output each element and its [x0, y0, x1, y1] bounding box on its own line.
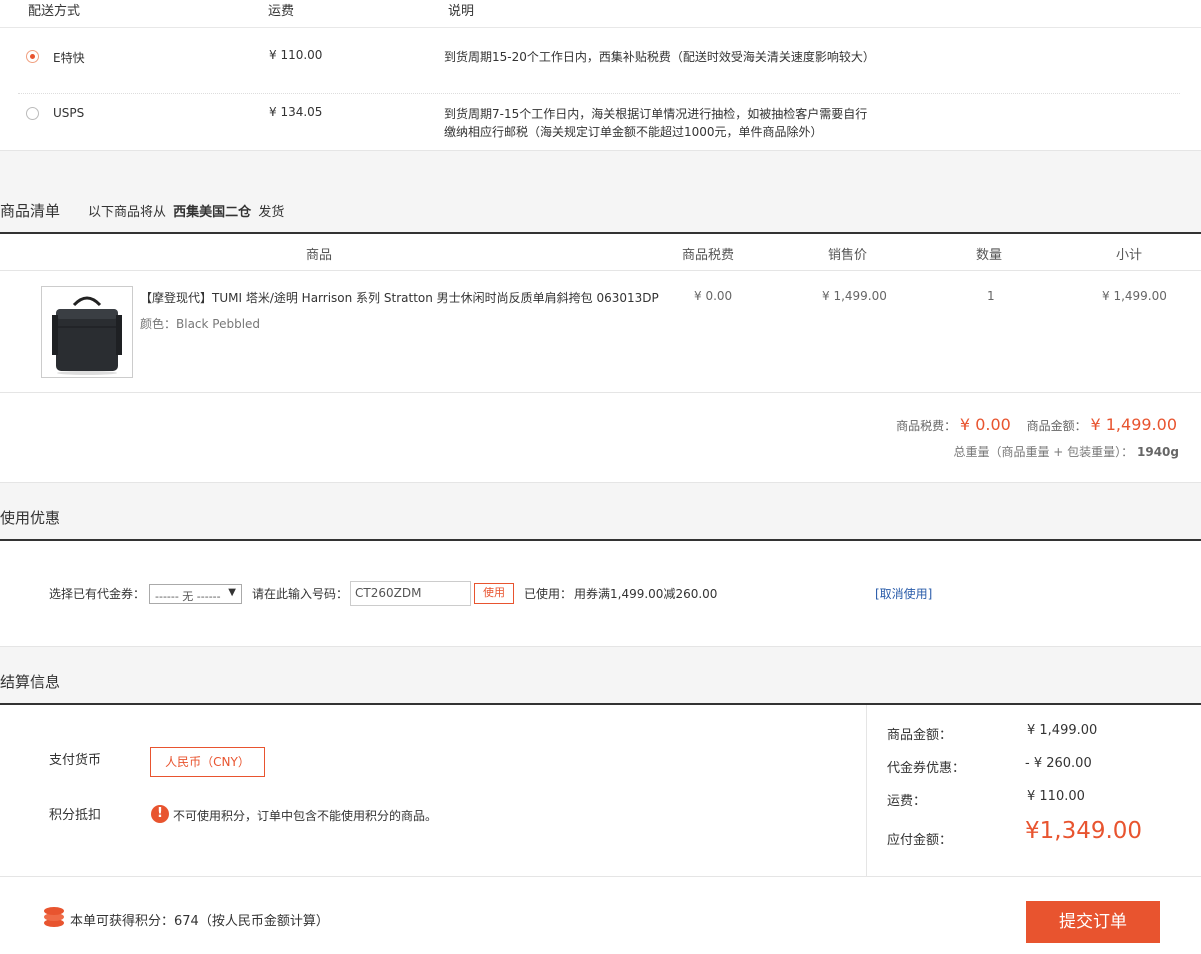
amount-label: 商品金额：: [1026, 419, 1087, 433]
shipping-name: E特快: [53, 51, 85, 65]
product-qty: 1: [987, 289, 995, 303]
bag-icon: [52, 296, 122, 375]
order-footer: 本单可获得积分：674（按人民币金额计算） 提交订单: [0, 878, 1201, 954]
goods-table-header: 商品 商品税费 销售价 数量 小计: [0, 234, 1201, 271]
coupon-select-label: 选择已有代金券：: [49, 587, 146, 601]
shipping-fee: ¥ 134.05: [269, 105, 323, 119]
settlement-summary: 商品金额： ¥ 1,499.00 代金券优惠： - ¥ 260.00 运费： ¥…: [866, 705, 1201, 877]
settlement-left: 支付货币 人民币（CNY） 积分抵扣 ! 不可使用积分，订单中包含不能使用积分的…: [0, 705, 866, 877]
ship-from-info: 以下商品将从 西集美国二仓 发货: [88, 201, 284, 220]
product-name[interactable]: 【摩登现代】TUMI 塔米/途明 Harrison 系列 Stratton 男士…: [140, 289, 659, 306]
chevron-down-icon: ▼: [228, 587, 236, 598]
coupon-input-label: 请在此输入号码：: [252, 587, 349, 601]
goods-summary-amounts: 商品税费： ¥ 0.00 商品金额： ¥ 1,499.00: [896, 415, 1177, 434]
col-tax: 商品税费: [682, 248, 735, 263]
currency-label: 支付货币: [49, 753, 102, 768]
coupon-body: 选择已有代金券： ------ 无 ------ ▼ 请在此输入号码： CT26…: [0, 541, 1201, 646]
col-shipping-fee: 运费: [268, 4, 295, 19]
col-shipping-desc: 说明: [448, 4, 475, 19]
product-price: ¥ 1,499.00: [822, 289, 887, 303]
settlement-section-header: 结算信息: [0, 646, 1201, 703]
shipping-desc: 到货周期15-20个工作日内，西集补贴税费（配送时效受海关清关速度影响较大）: [444, 50, 875, 64]
summary-shipping-value: ¥ 110.00: [1027, 789, 1085, 804]
ship-from-suffix: 发货: [258, 205, 285, 220]
goods-title: 商品清单: [0, 202, 61, 220]
coupon-code-input[interactable]: CT260ZDM: [350, 581, 471, 606]
tax-label: 商品税费：: [896, 419, 957, 433]
warning-icon: !: [151, 805, 169, 823]
settlement-title: 结算信息: [0, 673, 61, 691]
weight-value: 1940g: [1137, 445, 1179, 459]
shipping-option-usps[interactable]: USPS ¥ 134.05 到货周期7-15个工作日内，海关根据订单情况进行抽检…: [0, 94, 1201, 150]
shipping-name: USPS: [53, 106, 85, 120]
product-color: 颜色：Black Pebbled: [140, 317, 261, 331]
cancel-coupon-link[interactable]: [取消使用]: [875, 585, 932, 602]
points-notice: 不可使用积分，订单中包含不能使用积分的商品。: [173, 809, 438, 823]
col-qty: 数量: [976, 248, 1003, 263]
currency-cny-button[interactable]: 人民币（CNY）: [150, 747, 265, 777]
warehouse-name: 西集美国二仓: [173, 205, 252, 220]
used-value: 用券满1,499.00减260.00: [574, 587, 718, 601]
weight-label: 总重量（商品重量 + 包装重量）：: [953, 445, 1134, 459]
shipping-option-ems[interactable]: E特快 ¥ 110.00 到货周期15-20个工作日内，西集补贴税费（配送时效受…: [0, 28, 1201, 93]
col-subtotal: 小计: [1116, 248, 1143, 263]
points-earned: 本单可获得积分：674（按人民币金额计算）: [70, 914, 329, 929]
goods-section-header: 商品清单 以下商品将从 西集美国二仓 发货: [0, 150, 1201, 232]
summary-goods-label: 商品金额：: [887, 728, 953, 743]
table-row: 【摩登现代】TUMI 塔米/途明 Harrison 系列 Stratton 男士…: [0, 271, 1201, 393]
coins-icon: [44, 907, 64, 927]
shipping-radio-usps[interactable]: [26, 107, 39, 120]
use-coupon-button[interactable]: 使用: [474, 583, 514, 604]
submit-order-button[interactable]: 提交订单: [1026, 901, 1160, 943]
tax-value: ¥ 0.00: [959, 415, 1011, 434]
shipping-fee: ¥ 110.00: [269, 48, 323, 62]
payable-value: ¥1,349.00: [1025, 818, 1143, 844]
used-label: 已使用：: [524, 587, 573, 601]
product-thumbnail[interactable]: [41, 286, 133, 378]
goods-summary: 商品税费： ¥ 0.00 商品金额： ¥ 1,499.00 总重量（商品重量 +…: [0, 393, 1201, 482]
col-shipping-method: 配送方式: [28, 4, 81, 19]
shipping-table-header: 配送方式 运费 说明: [0, 0, 1201, 28]
shipping-desc-line1: 到货周期7-15个工作日内，海关根据订单情况进行抽检，如被抽检客户需要自行: [444, 107, 868, 121]
product-tax: ¥ 0.00: [694, 289, 733, 303]
col-price: 销售价: [828, 248, 868, 263]
summary-shipping-label: 运费：: [887, 794, 927, 809]
shipping-radio-ems[interactable]: [26, 50, 39, 63]
summary-goods-value: ¥ 1,499.00: [1027, 723, 1098, 738]
summary-coupon-value: - ¥ 260.00: [1025, 756, 1092, 771]
summary-coupon-label: 代金券优惠：: [887, 761, 966, 776]
payable-label: 应付金额：: [887, 833, 953, 848]
ship-from-prefix: 以下商品将从: [88, 205, 167, 220]
coupon-section-header: 使用优惠: [0, 482, 1201, 539]
total-weight: 总重量（商品重量 + 包装重量）： 1940g: [953, 443, 1179, 460]
coupon-title: 使用优惠: [0, 509, 61, 527]
amount-value: ¥ 1,499.00: [1090, 415, 1177, 434]
col-product: 商品: [306, 248, 333, 263]
product-subtotal: ¥ 1,499.00: [1102, 289, 1167, 303]
coupon-select[interactable]: ------ 无 ------ ▼: [149, 584, 242, 604]
points-label: 积分抵扣: [49, 808, 102, 823]
shipping-desc-line2: 缴纳相应行邮税（海关规定订单金额不能超过1000元，单件商品除外）: [444, 125, 823, 139]
coupon-select-value: ------ 无 ------: [155, 590, 221, 603]
